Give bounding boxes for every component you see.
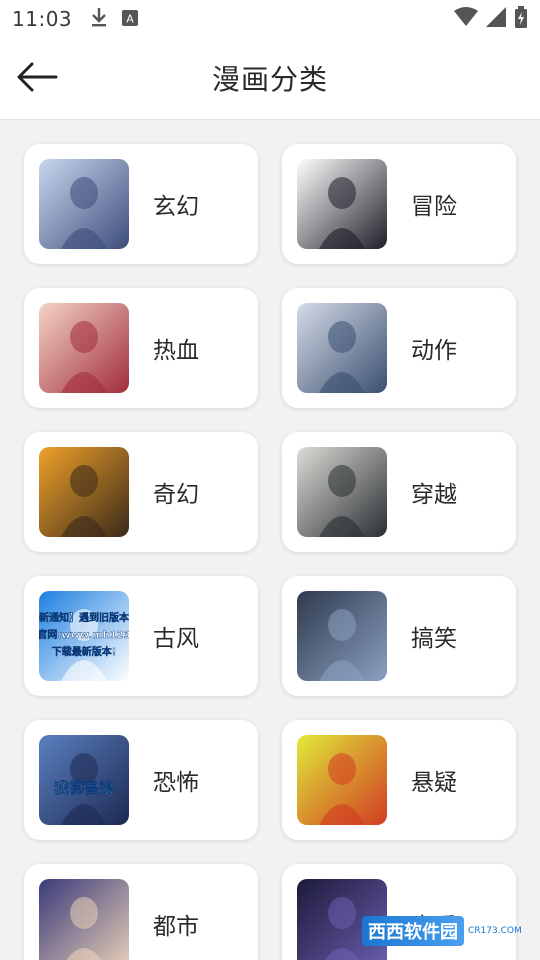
- category-card[interactable]: 搞笑: [282, 576, 516, 696]
- category-label: 穿越: [411, 482, 457, 508]
- watermark-text: 西西软件园: [362, 916, 464, 946]
- watermark-logo: 西西软件园 CR173.COM: [362, 912, 522, 950]
- category-thumbnail: [297, 303, 387, 393]
- svg-text:A: A: [126, 13, 134, 26]
- category-card[interactable]: 我御兽娘 恐怖: [24, 720, 258, 840]
- wifi-icon: [454, 6, 478, 32]
- status-bar: 11:03 A: [0, 0, 540, 38]
- category-card[interactable]: 奇幻: [24, 432, 258, 552]
- thumbnail-text: 我御兽娘: [54, 779, 115, 797]
- status-time: 11:03: [12, 7, 73, 31]
- category-label: 都市: [153, 914, 199, 940]
- category-thumbnail: [297, 447, 387, 537]
- category-card[interactable]: 都市: [24, 864, 258, 960]
- category-card[interactable]: 动作: [282, 288, 516, 408]
- category-label: 恐怖: [153, 770, 199, 796]
- thumbnail-text: 新通知】遇到旧版本: [39, 611, 129, 624]
- category-label: 悬疑: [411, 770, 457, 796]
- category-thumbnail: [39, 879, 129, 960]
- thumbnail-text: 官网:www.mh123: [39, 628, 129, 641]
- category-label: 古风: [153, 626, 199, 652]
- status-system-icons: [454, 5, 528, 33]
- status-notification-icons: A: [90, 6, 139, 33]
- notification-a-icon: A: [122, 7, 139, 31]
- category-grid: 玄幻 冒险热血 动作奇幻 穿越新通知】遇到旧版本 官网:www.mh123 下载最新版本!…: [24, 144, 516, 960]
- category-card[interactable]: 穿越: [282, 432, 516, 552]
- category-label: 热血: [153, 338, 199, 364]
- app-bar: 漫画分类: [0, 38, 540, 120]
- thumbnail-text: 下载最新版本!: [52, 645, 117, 658]
- category-label: 奇幻: [153, 482, 199, 508]
- category-label: 搞笑: [411, 626, 457, 652]
- category-thumbnail: 新通知】遇到旧版本 官网:www.mh123 下载最新版本!: [39, 591, 129, 681]
- category-card[interactable]: 玄幻: [24, 144, 258, 264]
- category-card[interactable]: 冒险: [282, 144, 516, 264]
- signal-icon: [486, 6, 506, 32]
- battery-icon: [514, 5, 528, 33]
- category-card[interactable]: 悬疑: [282, 720, 516, 840]
- category-thumbnail: [297, 591, 387, 681]
- download-icon: [90, 6, 108, 33]
- category-label: 冒险: [411, 194, 457, 220]
- category-card[interactable]: 热血: [24, 288, 258, 408]
- category-thumbnail: [39, 159, 129, 249]
- category-thumbnail: [39, 447, 129, 537]
- category-card[interactable]: 新通知】遇到旧版本 官网:www.mh123 下载最新版本! 古风: [24, 576, 258, 696]
- category-thumbnail: [39, 303, 129, 393]
- category-label: 玄幻: [153, 194, 199, 220]
- watermark-subtext: CR173.COM: [468, 926, 522, 936]
- category-thumbnail: [297, 159, 387, 249]
- page-title: 漫画分类: [211, 63, 328, 96]
- category-thumbnail: [297, 735, 387, 825]
- category-label: 动作: [411, 338, 457, 364]
- category-thumbnail: 我御兽娘: [39, 735, 129, 825]
